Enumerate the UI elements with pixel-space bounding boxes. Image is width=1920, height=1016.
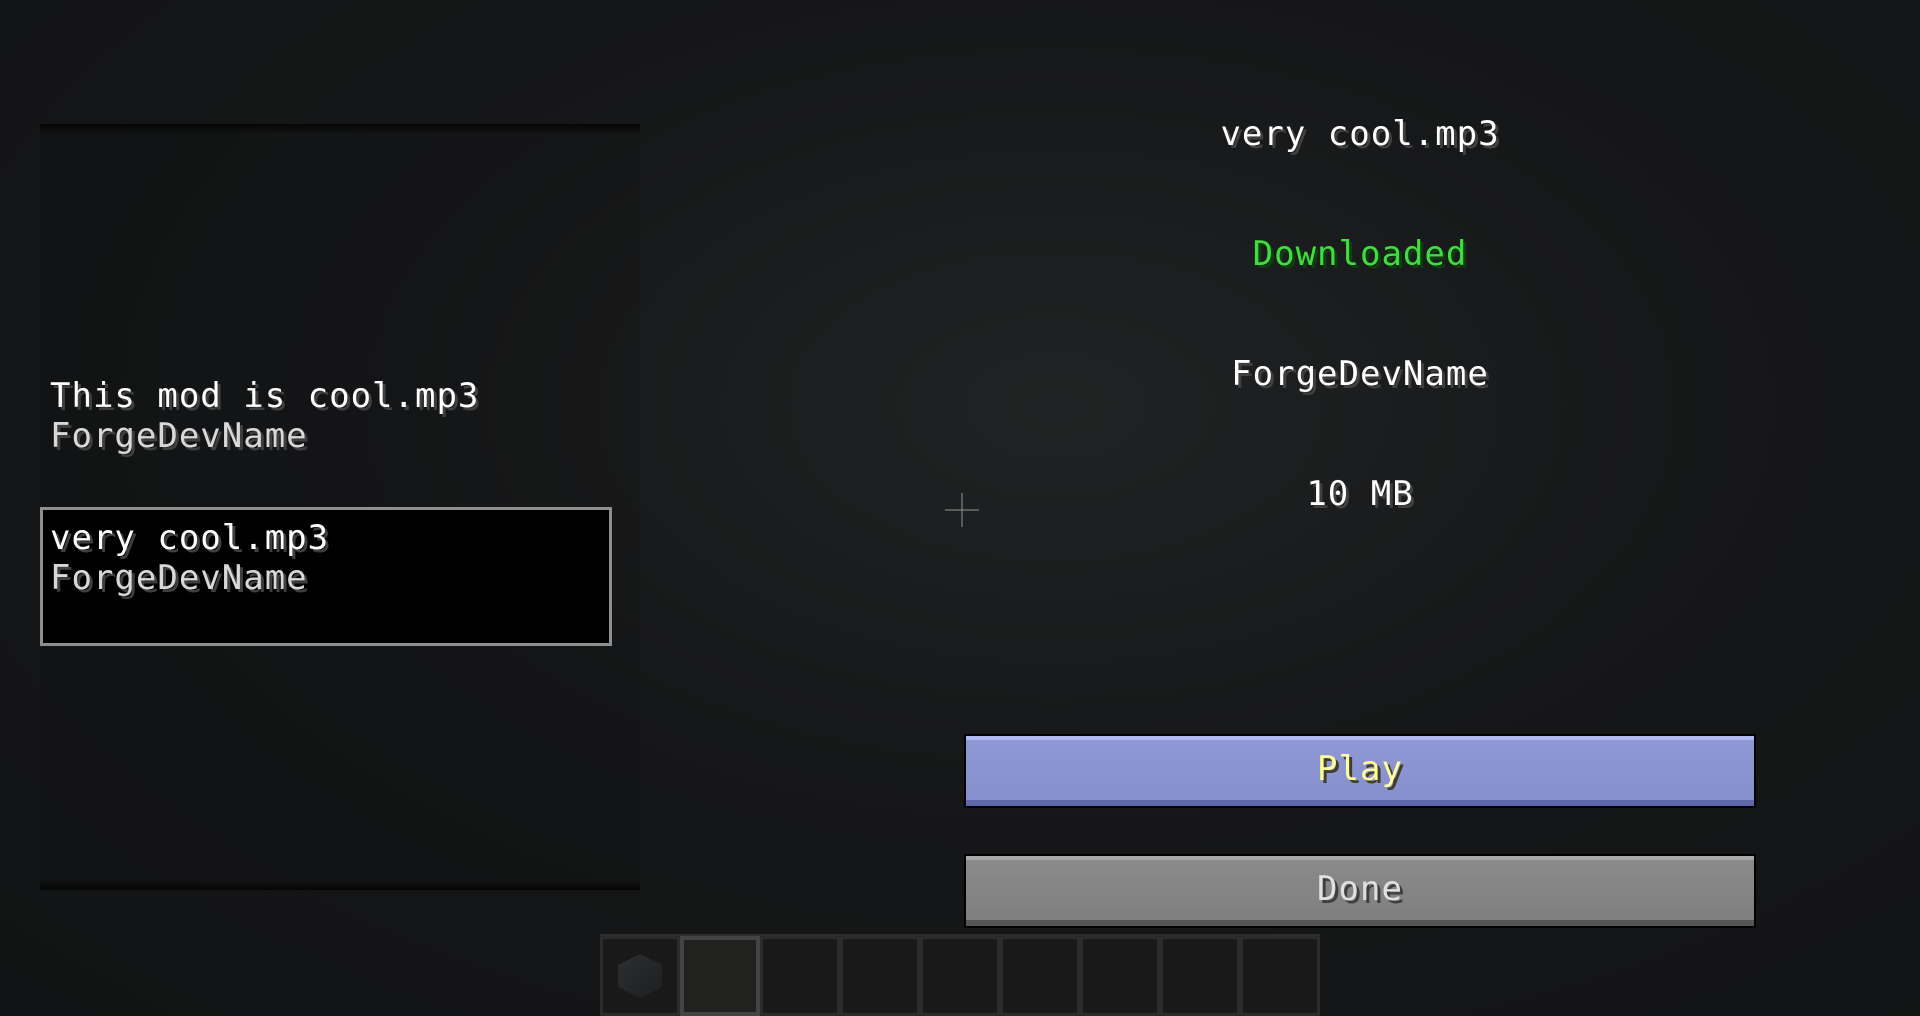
done-button[interactable]: Done xyxy=(964,854,1756,928)
block-item-icon xyxy=(618,954,662,998)
detail-status: Downloaded xyxy=(1252,234,1468,274)
hotbar-slot[interactable] xyxy=(1000,936,1080,1016)
entry-title: This mod is cool.mp3 xyxy=(50,376,480,416)
crosshair-icon xyxy=(945,493,979,527)
hotbar-slot-selected[interactable] xyxy=(680,936,760,1016)
hotbar-slot[interactable] xyxy=(1240,936,1320,1016)
detail-title: very cool.mp3 xyxy=(1220,114,1500,154)
hotbar-slot[interactable] xyxy=(840,936,920,1016)
detail-author: ForgeDevName xyxy=(1231,354,1489,394)
mod-list-entry[interactable]: This mod is cool.mp3 ForgeDevName xyxy=(40,376,612,514)
entry-title: very cool.mp3 xyxy=(50,518,330,558)
mod-list-entry-selected[interactable]: very cool.mp3 ForgeDevName xyxy=(40,507,612,646)
hotbar-slot[interactable] xyxy=(760,936,840,1016)
hotbar-slot[interactable] xyxy=(1080,936,1160,1016)
entry-author: ForgeDevName xyxy=(50,558,308,598)
hotbar-slot[interactable] xyxy=(920,936,1000,1016)
detail-size: 10 MB xyxy=(1306,474,1414,514)
hotbar xyxy=(600,934,1320,1016)
game-screen: This mod is cool.mp3 ForgeDevName very c… xyxy=(0,0,1920,1016)
entry-author: ForgeDevName xyxy=(50,416,308,456)
list-bottom-edge xyxy=(40,880,640,890)
hotbar-slot[interactable] xyxy=(600,936,680,1016)
hotbar-slot[interactable] xyxy=(1160,936,1240,1016)
list-top-edge xyxy=(40,124,640,134)
play-button[interactable]: Play xyxy=(964,734,1756,808)
